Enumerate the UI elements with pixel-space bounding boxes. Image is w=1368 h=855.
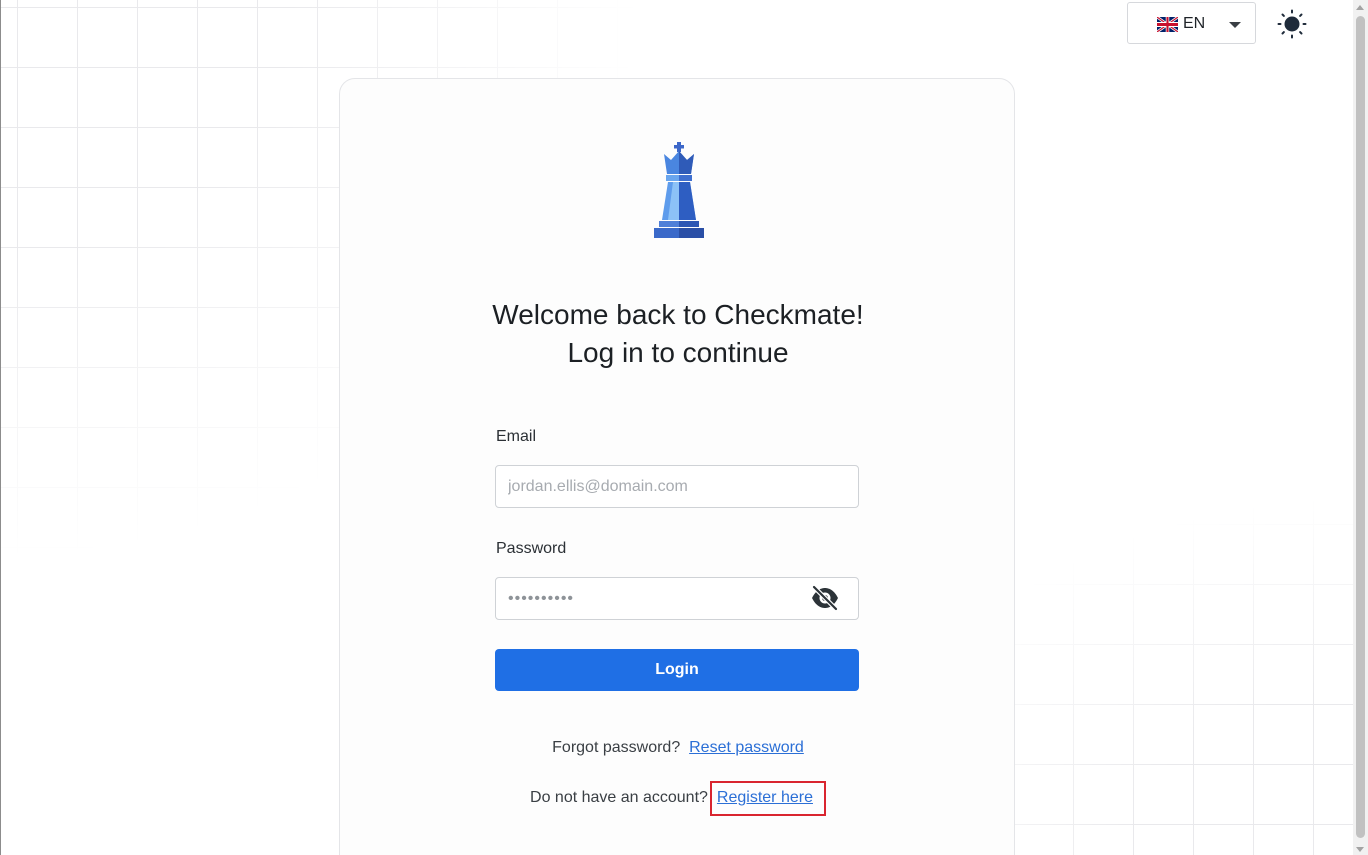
vertical-scrollbar[interactable] — [1353, 0, 1368, 855]
title-line-1: Welcome back to Checkmate! — [492, 299, 864, 330]
title-line-2: Log in to continue — [567, 337, 789, 368]
reset-password-link[interactable]: Reset password — [689, 739, 804, 756]
password-label: Password — [496, 540, 567, 557]
scroll-up-icon[interactable] — [1356, 5, 1364, 10]
email-label: Email — [496, 428, 537, 445]
chess-queen-icon — [654, 142, 704, 238]
chevron-down-icon — [1229, 22, 1241, 28]
language-label: EN — [1183, 15, 1206, 32]
sun-icon[interactable] — [1277, 9, 1307, 39]
scrollbar-thumb[interactable] — [1356, 16, 1365, 838]
register-highlight-box: Register here — [709, 781, 826, 816]
register-link[interactable]: Register here — [717, 789, 813, 806]
email-field[interactable] — [495, 465, 859, 508]
register-row: Do not have an account? Register here — [340, 781, 1016, 816]
eye-off-icon[interactable] — [810, 585, 840, 611]
uk-flag-icon — [1157, 17, 1178, 32]
page-title: Welcome back to Checkmate! Log in to con… — [340, 296, 1016, 372]
register-text: Do not have an account? — [530, 789, 708, 806]
page: EN Welcome back to Checkmate! Log in to … — [0, 0, 1368, 855]
password-field[interactable] — [495, 577, 859, 620]
login-card: Welcome back to Checkmate! Log in to con… — [339, 78, 1015, 855]
forgot-password-text: Forgot password? — [552, 739, 681, 756]
scroll-down-icon[interactable] — [1356, 847, 1364, 852]
login-button[interactable]: Login — [495, 649, 859, 691]
window-edge — [0, 0, 1, 855]
forgot-password-row: Forgot password? Reset password — [340, 739, 1016, 757]
language-select[interactable]: EN — [1127, 2, 1256, 44]
